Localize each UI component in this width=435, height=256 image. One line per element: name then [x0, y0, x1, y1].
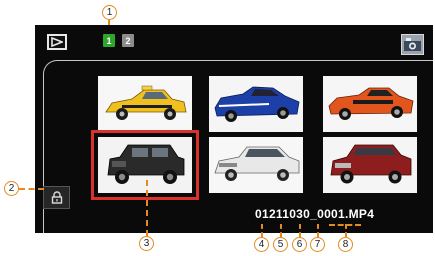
red-suv-image	[323, 137, 417, 193]
thumbnail-blue-car[interactable]	[209, 76, 303, 132]
video-filename: 01211030_0001.MP4	[255, 207, 375, 221]
play-mode-icon	[51, 37, 63, 47]
callout-8-leader	[345, 224, 347, 237]
callout-5-leader	[280, 224, 282, 237]
callout-3: 3	[139, 236, 154, 251]
thumbnail-red-suv[interactable]	[323, 137, 417, 193]
callout-3-leader	[146, 180, 148, 236]
orange-muscle-car-image	[323, 76, 417, 132]
tab-folder-2[interactable]: 2	[122, 34, 134, 47]
callout-8: 8	[338, 237, 353, 252]
callout-5: 5	[273, 237, 288, 252]
playback-mode-button[interactable]	[47, 34, 67, 50]
callout-6: 6	[292, 237, 307, 252]
thumbnail-taxi[interactable]	[98, 76, 192, 132]
blue-muscle-car-image	[209, 76, 303, 132]
callout-1: 1	[102, 5, 117, 20]
black-suv-image	[98, 137, 192, 193]
callout-6-leader	[299, 224, 301, 237]
tab-folder-1[interactable]: 1	[103, 34, 115, 47]
camera-mode-button[interactable]	[401, 34, 424, 55]
thumbnail-orange-car[interactable]	[323, 76, 417, 132]
thumbnail-black-suv[interactable]	[91, 130, 199, 200]
device-screen: 1 2 01211030_0001.MP4	[35, 25, 433, 233]
callout-2: 2	[4, 181, 19, 196]
callout-7: 7	[310, 237, 325, 252]
callout-2-leader	[19, 188, 44, 190]
callout-7-leader	[317, 224, 319, 237]
taxi-car-image	[98, 76, 192, 132]
white-suv-image	[209, 137, 303, 193]
callout-4: 4	[254, 237, 269, 252]
thumbnail-white-suv[interactable]	[209, 137, 303, 193]
camera-mode-icon	[404, 38, 421, 51]
lock-file-button[interactable]	[43, 186, 70, 209]
lock-icon	[51, 191, 62, 204]
callout-4-leader	[261, 224, 263, 237]
